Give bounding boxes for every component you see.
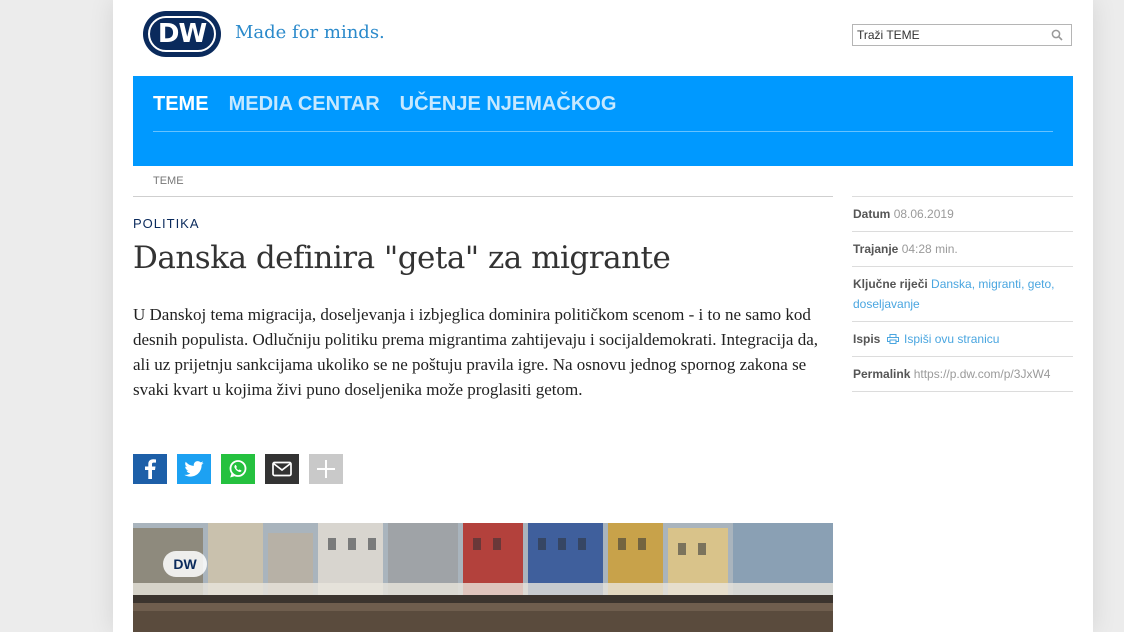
meta-duration: Trajanje 04:28 min.: [852, 231, 1073, 266]
nav-divider: [153, 131, 1053, 132]
page: DW Made for minds. TEME MEDIA CENTAR UČE…: [113, 0, 1093, 632]
meta-date: Datum 08.06.2019: [852, 196, 1073, 231]
meta-print: Ispis Ispiši ovu stranicu: [852, 321, 1073, 356]
share-more-button[interactable]: [309, 454, 343, 484]
twitter-icon: [184, 461, 204, 477]
meta-print-label: Ispis: [853, 332, 881, 346]
share-twitter-button[interactable]: [177, 454, 211, 484]
search-box[interactable]: [852, 24, 1072, 46]
mail-icon: [272, 461, 292, 477]
article-lead: U Danskoj tema migracija, doseljevanja i…: [133, 305, 819, 399]
meta-permalink: Permalink https://p.dw.com/p/3JxW4: [852, 356, 1073, 392]
keyword-link[interactable]: doseljavanje: [853, 297, 920, 311]
nyhavn-houses-image: [133, 523, 833, 632]
search-icon[interactable]: [1051, 29, 1063, 41]
search-input[interactable]: [853, 26, 1051, 44]
facebook-icon: [145, 459, 156, 479]
breadcrumb[interactable]: TEME: [153, 175, 184, 187]
article-video-thumbnail[interactable]: DW: [133, 523, 833, 632]
meta-duration-value: 04:28 min.: [901, 242, 958, 256]
share-email-button[interactable]: [265, 454, 299, 484]
whatsapp-icon: [229, 460, 247, 478]
breadcrumb-divider: [133, 196, 833, 197]
meta-duration-label: Trajanje: [853, 242, 899, 256]
nav-item-media-centar[interactable]: MEDIA CENTAR: [229, 93, 380, 116]
keyword-link[interactable]: Danska: [931, 277, 972, 291]
share-whatsapp-button[interactable]: [221, 454, 255, 484]
meta-date-label: Datum: [853, 207, 891, 221]
meta-keywords-label: Ključne riječi: [853, 277, 928, 291]
meta-keywords: Ključne riječi Danska, migranti, geto, d…: [852, 266, 1073, 321]
printer-icon[interactable]: [886, 334, 899, 344]
permalink-value[interactable]: https://p.dw.com/p/3JxW4: [914, 367, 1051, 381]
meta-permalink-label: Permalink: [853, 367, 911, 381]
article-kicker[interactable]: POLITIKA: [133, 216, 200, 231]
keyword-link[interactable]: geto: [1028, 277, 1051, 291]
meta-date-value: 08.06.2019: [893, 207, 954, 221]
share-facebook-button[interactable]: [133, 454, 167, 484]
nav-item-ucenje-njemackog[interactable]: UČENJE NJEMAČKOG: [400, 93, 617, 116]
tagline: Made for minds.: [235, 22, 385, 43]
print-page-link[interactable]: Ispiši ovu stranicu: [904, 332, 999, 346]
share-bar: [133, 454, 343, 484]
keyword-link[interactable]: migranti: [978, 277, 1021, 291]
article-meta-sidebar: Datum 08.06.2019 Trajanje 04:28 min. Klj…: [852, 196, 1073, 392]
main-nav: TEME MEDIA CENTAR UČENJE NJEMAČKOG: [133, 76, 1073, 166]
plus-icon: [317, 460, 335, 478]
article-title: Danska definira "geta" za migrante: [133, 240, 671, 276]
video-dw-bug: DW: [163, 551, 207, 577]
dw-logo[interactable]: DW: [143, 11, 221, 57]
nav-item-teme[interactable]: TEME: [153, 93, 209, 116]
